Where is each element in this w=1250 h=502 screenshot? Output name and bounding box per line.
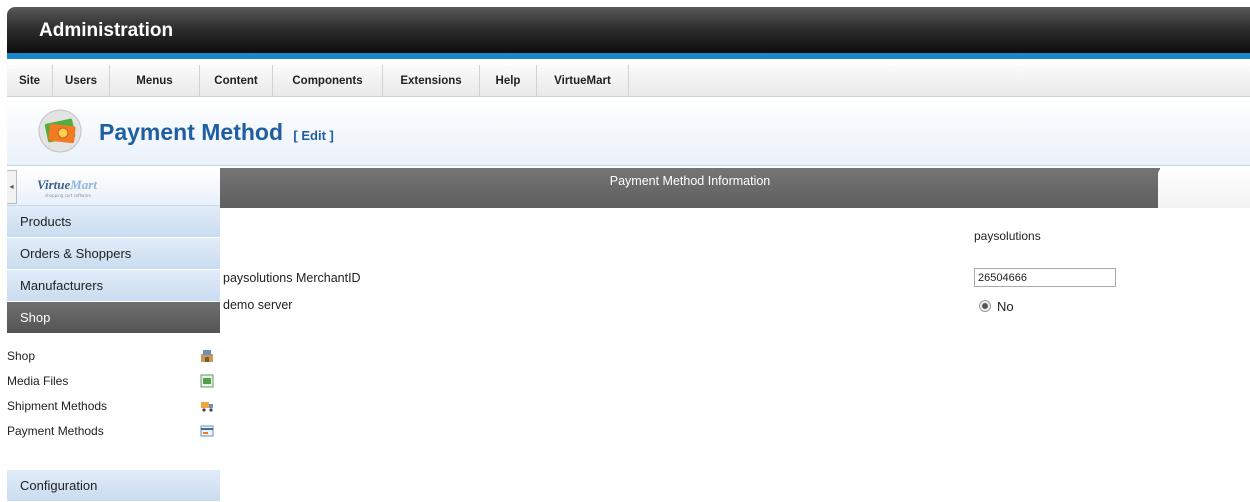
page-subtitle: [ Edit ] <box>293 128 334 143</box>
title-band: Payment Method [ Edit ] <box>7 98 1250 166</box>
menu-users[interactable]: Users <box>53 65 110 97</box>
demo-server-no-radio[interactable] <box>979 300 991 312</box>
truck-icon <box>201 402 213 412</box>
collapse-sidebar-button[interactable]: ◂ <box>7 170 17 204</box>
plugin-name: paysolutions <box>974 229 1041 243</box>
virtuemart-logo: VirtueMart shopping cart software <box>37 177 97 198</box>
menu-components[interactable]: Components <box>273 65 383 97</box>
admin-header: Administration <box>7 7 1250 59</box>
menu-extensions[interactable]: Extensions <box>383 65 480 97</box>
sidebar-item-label: Shop <box>7 349 36 363</box>
svg-text:shopping cart software: shopping cart software <box>45 193 91 198</box>
menu-bar: Site Users Menus Content Components Exte… <box>7 65 1250 97</box>
sidebar-section-manufacturers[interactable]: Manufacturers <box>7 270 220 302</box>
svg-text:VirtueMart: VirtueMart <box>37 177 97 192</box>
merchant-id-input[interactable] <box>974 268 1116 287</box>
payment-method-icon <box>38 109 82 153</box>
sidebar-item-media-files[interactable]: Media Files <box>7 369 220 393</box>
section-header-tab <box>1158 168 1250 208</box>
sidebar: ◂ VirtueMart shopping cart software Prod… <box>7 168 220 502</box>
menu-content[interactable]: Content <box>200 65 273 97</box>
sidebar-logo-row: ◂ VirtueMart shopping cart software <box>7 168 220 206</box>
shop-icon <box>201 350 213 362</box>
page-title-text: Payment Method <box>99 119 284 145</box>
sidebar-section-products[interactable]: Products <box>7 206 220 238</box>
payment-icon <box>200 425 214 437</box>
sidebar-section-orders[interactable]: Orders & Shoppers <box>7 238 220 270</box>
sidebar-section-configuration[interactable]: Configuration <box>7 470 220 502</box>
sidebar-item-label: Media Files <box>7 374 69 388</box>
demo-server-label: demo server <box>223 298 293 312</box>
merchant-id-label: paysolutions MerchantID <box>223 271 361 285</box>
media-icon <box>200 374 214 388</box>
sidebar-item-label: Payment Methods <box>7 424 104 438</box>
sidebar-item-payment-methods[interactable]: Payment Methods <box>7 419 220 443</box>
sidebar-item-shipment-methods[interactable]: Shipment Methods <box>7 394 220 418</box>
section-header: Payment Method Information <box>220 168 1160 208</box>
menu-menus[interactable]: Menus <box>110 65 200 97</box>
sidebar-section-shop[interactable]: Shop <box>7 302 220 334</box>
menu-site[interactable]: Site <box>7 65 53 97</box>
page-title: Payment Method [ Edit ] <box>99 119 334 146</box>
admin-title: Administration <box>39 20 174 41</box>
demo-server-no-label: No <box>997 299 1014 314</box>
menu-virtuemart[interactable]: VirtueMart <box>537 65 629 97</box>
section-title: Payment Method Information <box>609 174 771 188</box>
menu-help[interactable]: Help <box>480 65 537 97</box>
sidebar-item-label: Shipment Methods <box>7 399 108 413</box>
sidebar-item-shop[interactable]: Shop <box>7 344 220 368</box>
